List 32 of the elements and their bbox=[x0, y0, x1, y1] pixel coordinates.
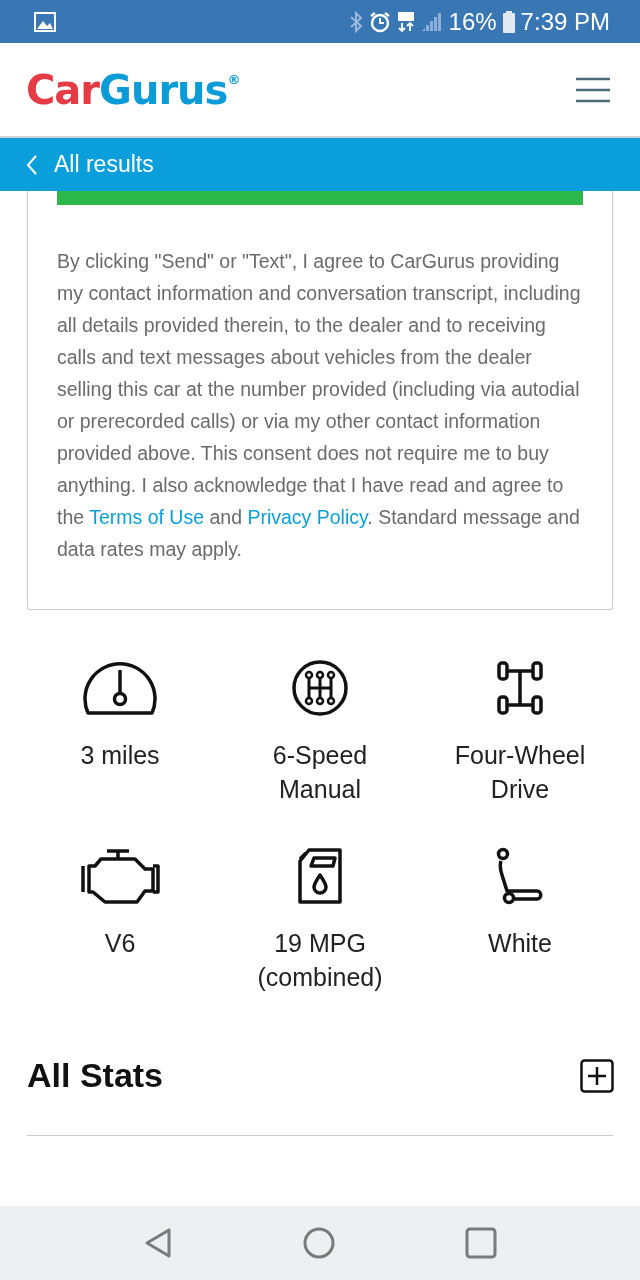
home-icon[interactable] bbox=[303, 1227, 335, 1259]
spec-label: V6 bbox=[103, 928, 137, 959]
bluetooth-icon bbox=[348, 10, 363, 33]
spec-label: 19 MPG (combined) bbox=[256, 928, 384, 993]
expand-button[interactable] bbox=[580, 1058, 614, 1093]
spec-label: 6-Speed Manual bbox=[271, 740, 369, 805]
axle-icon bbox=[496, 658, 544, 718]
engine-icon bbox=[79, 846, 161, 906]
recents-icon[interactable] bbox=[465, 1227, 497, 1259]
section-title: All Stats bbox=[27, 1056, 164, 1095]
plus-icon bbox=[580, 1058, 614, 1093]
policy-link[interactable]: Privacy Policy bbox=[247, 506, 368, 528]
gear-shifter-icon bbox=[291, 658, 349, 718]
clock: 7:39 PM bbox=[520, 7, 610, 36]
consent-text: By clicking "Send" or "Text", I agree to CarGurus providing my contact information and conversation transcript, including all details provided therein, to the dealer and to receiving calls and text messages about vehicles from the dealer selling this car at the number provided (including via autodial or prerecorded calls) or via my other contact information provided above. This consent does not require me to buy anything. I also acknowledge that I have read and agree to the Terms of Use and Privacy Policy. Standard message and data rates may apply. bbox=[57, 249, 582, 562]
spec-label: Four-Wheel Drive bbox=[453, 740, 587, 805]
battery-percentage: 16% bbox=[448, 7, 497, 36]
chevron-left-icon bbox=[26, 153, 38, 176]
seat-icon bbox=[495, 846, 545, 906]
spec-label: White bbox=[487, 928, 553, 959]
cargurus-logo[interactable]: CarGurus$^{®}$ bbox=[26, 66, 240, 113]
alarm-icon bbox=[368, 10, 391, 33]
spec-label: 3 miles bbox=[79, 740, 161, 771]
menu-icon bbox=[576, 76, 610, 103]
network-icon bbox=[396, 10, 415, 33]
battery-icon bbox=[502, 10, 515, 33]
image-icon bbox=[34, 11, 56, 32]
policy-link[interactable]: Terms of Use bbox=[89, 506, 205, 528]
fuel-can-icon bbox=[297, 846, 343, 906]
signal-icon bbox=[420, 11, 443, 32]
back-link[interactable]: All results bbox=[26, 151, 154, 178]
back-icon[interactable] bbox=[143, 1227, 173, 1259]
